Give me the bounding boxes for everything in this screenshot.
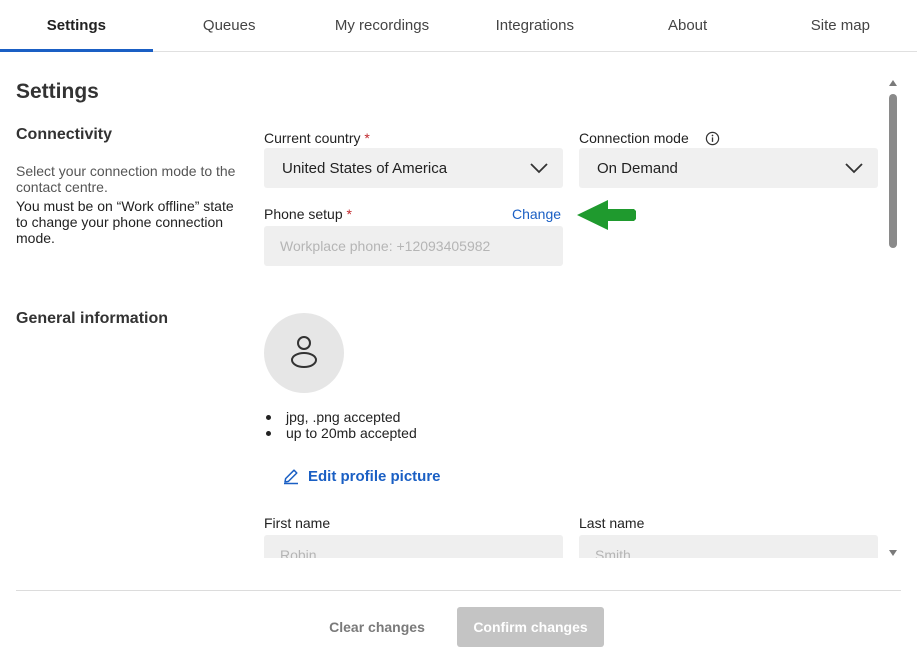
tab-integrations[interactable]: Integrations bbox=[458, 0, 611, 51]
avatar bbox=[264, 313, 344, 393]
change-phone-link[interactable]: Change bbox=[512, 206, 561, 222]
page-title: Settings bbox=[16, 80, 99, 103]
current-country-label-text: Current country bbox=[264, 130, 361, 146]
last-name-field[interactable]: Smith bbox=[579, 535, 878, 558]
tab-my-recordings[interactable]: My recordings bbox=[306, 0, 459, 51]
last-name-label: Last name bbox=[579, 515, 645, 531]
connectivity-note: You must be on “Work offline” state to c… bbox=[16, 198, 234, 246]
chevron-down-icon bbox=[845, 163, 863, 174]
tab-site-map[interactable]: Site map bbox=[764, 0, 917, 51]
edit-profile-picture-button[interactable]: Edit profile picture bbox=[282, 467, 441, 485]
footer-divider bbox=[16, 590, 901, 591]
list-item: up to 20mb accepted bbox=[264, 425, 417, 441]
scrollbar[interactable] bbox=[886, 80, 900, 556]
current-country-select[interactable]: United States of America bbox=[264, 148, 563, 188]
required-mark: * bbox=[346, 206, 352, 222]
edit-profile-picture-label: Edit profile picture bbox=[308, 467, 441, 485]
arrow-left-icon bbox=[577, 200, 636, 230]
first-name-label: First name bbox=[264, 515, 331, 531]
scrollbar-thumb[interactable] bbox=[889, 94, 897, 248]
top-tab-bar: Settings Queues My recordings Integratio… bbox=[0, 0, 917, 52]
current-country-label: Current country * bbox=[264, 130, 370, 146]
chevron-down-icon bbox=[530, 163, 548, 174]
list-item: jpg, .png accepted bbox=[264, 409, 417, 425]
connectivity-heading: Connectivity bbox=[16, 126, 113, 143]
phone-setup-label-text: Phone setup bbox=[264, 206, 343, 222]
tab-queues[interactable]: Queues bbox=[153, 0, 306, 51]
phone-setup-input: Workplace phone: +12093405982 bbox=[264, 226, 563, 266]
confirm-changes-button[interactable]: Confirm changes bbox=[457, 607, 604, 647]
tab-about[interactable]: About bbox=[611, 0, 764, 51]
tab-settings[interactable]: Settings bbox=[0, 0, 153, 52]
current-country-value: United States of America bbox=[282, 159, 448, 177]
connection-mode-select[interactable]: On Demand bbox=[579, 148, 878, 188]
scroll-up-arrow[interactable] bbox=[889, 80, 897, 86]
user-icon bbox=[291, 336, 317, 368]
general-information-heading: General information bbox=[16, 310, 169, 327]
scroll-down-arrow[interactable] bbox=[889, 550, 897, 556]
clear-changes-button[interactable]: Clear changes bbox=[313, 607, 441, 647]
connection-mode-value: On Demand bbox=[597, 159, 678, 177]
pencil-icon bbox=[284, 469, 298, 485]
connectivity-description: Select your connection mode to the conta… bbox=[16, 163, 236, 195]
phone-setup-label: Phone setup * bbox=[264, 206, 352, 222]
required-mark: * bbox=[364, 130, 370, 146]
first-name-field[interactable]: Robin bbox=[264, 535, 563, 558]
info-icon[interactable] bbox=[705, 131, 720, 146]
connection-mode-label: Connection mode bbox=[579, 130, 689, 146]
settings-content: Settings Connectivity Select your connec… bbox=[0, 53, 917, 558]
picture-requirements-list: jpg, .png accepted up to 20mb accepted bbox=[264, 409, 417, 441]
